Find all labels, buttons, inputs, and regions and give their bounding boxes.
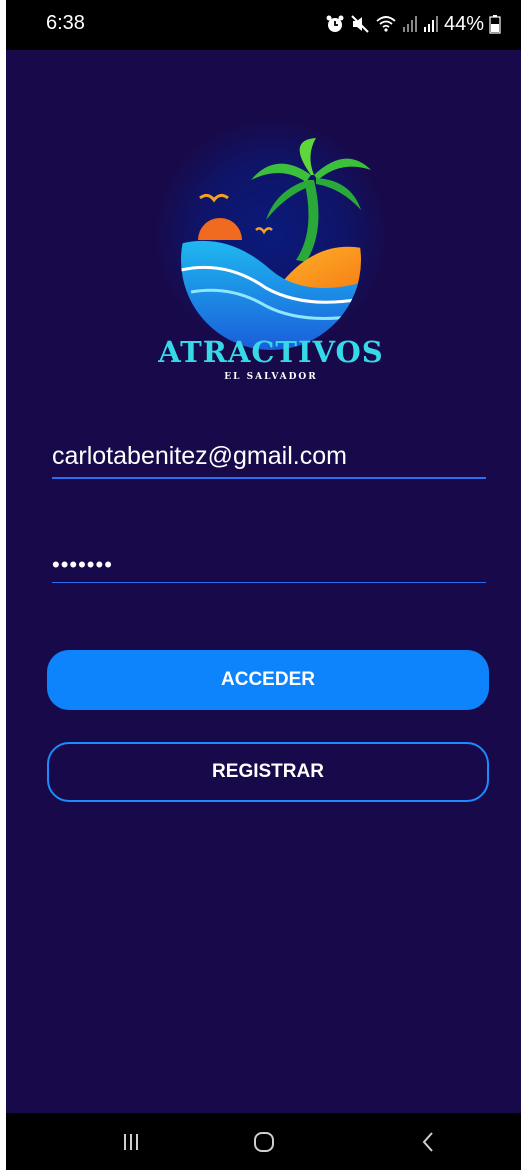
- battery-label: 44%: [443, 12, 484, 35]
- battery-icon: [489, 14, 501, 34]
- alarm-icon: [325, 14, 345, 34]
- password-field[interactable]: [52, 550, 486, 583]
- back-icon: [422, 1131, 433, 1152]
- signal-icon: [423, 15, 439, 33]
- palm-beach-icon: [181, 138, 371, 350]
- home-icon: [254, 1131, 274, 1152]
- recent-apps-icon: [124, 1133, 138, 1150]
- status-time: 6:38: [46, 12, 85, 34]
- status-icons: 44%: [325, 10, 501, 38]
- app-logo: ATRACTIVOS EL SALVADOR: [156, 120, 386, 400]
- brand-subtitle: EL SALVADOR: [224, 372, 318, 382]
- brand-title: ATRACTIVOS: [158, 335, 384, 369]
- password-input[interactable]: [52, 550, 486, 580]
- register-button[interactable]: REGISTRAR: [47, 742, 489, 802]
- status-bar: 6:38 44%: [6, 0, 521, 50]
- email-input[interactable]: [52, 437, 486, 475]
- navigation-bar: [6, 1113, 521, 1170]
- login-button[interactable]: ACCEDER: [47, 650, 489, 710]
- recent-apps-button[interactable]: [86, 1113, 176, 1170]
- back-button[interactable]: [383, 1113, 473, 1170]
- mute-icon: [350, 14, 370, 34]
- app-screen: 6:38 44% ATRACTIVOS EL SALVADOR carlotab…: [6, 0, 521, 1170]
- wifi-icon: [375, 14, 397, 34]
- signal-icon: [402, 15, 418, 33]
- email-field[interactable]: [52, 437, 486, 479]
- home-button[interactable]: [219, 1113, 309, 1170]
